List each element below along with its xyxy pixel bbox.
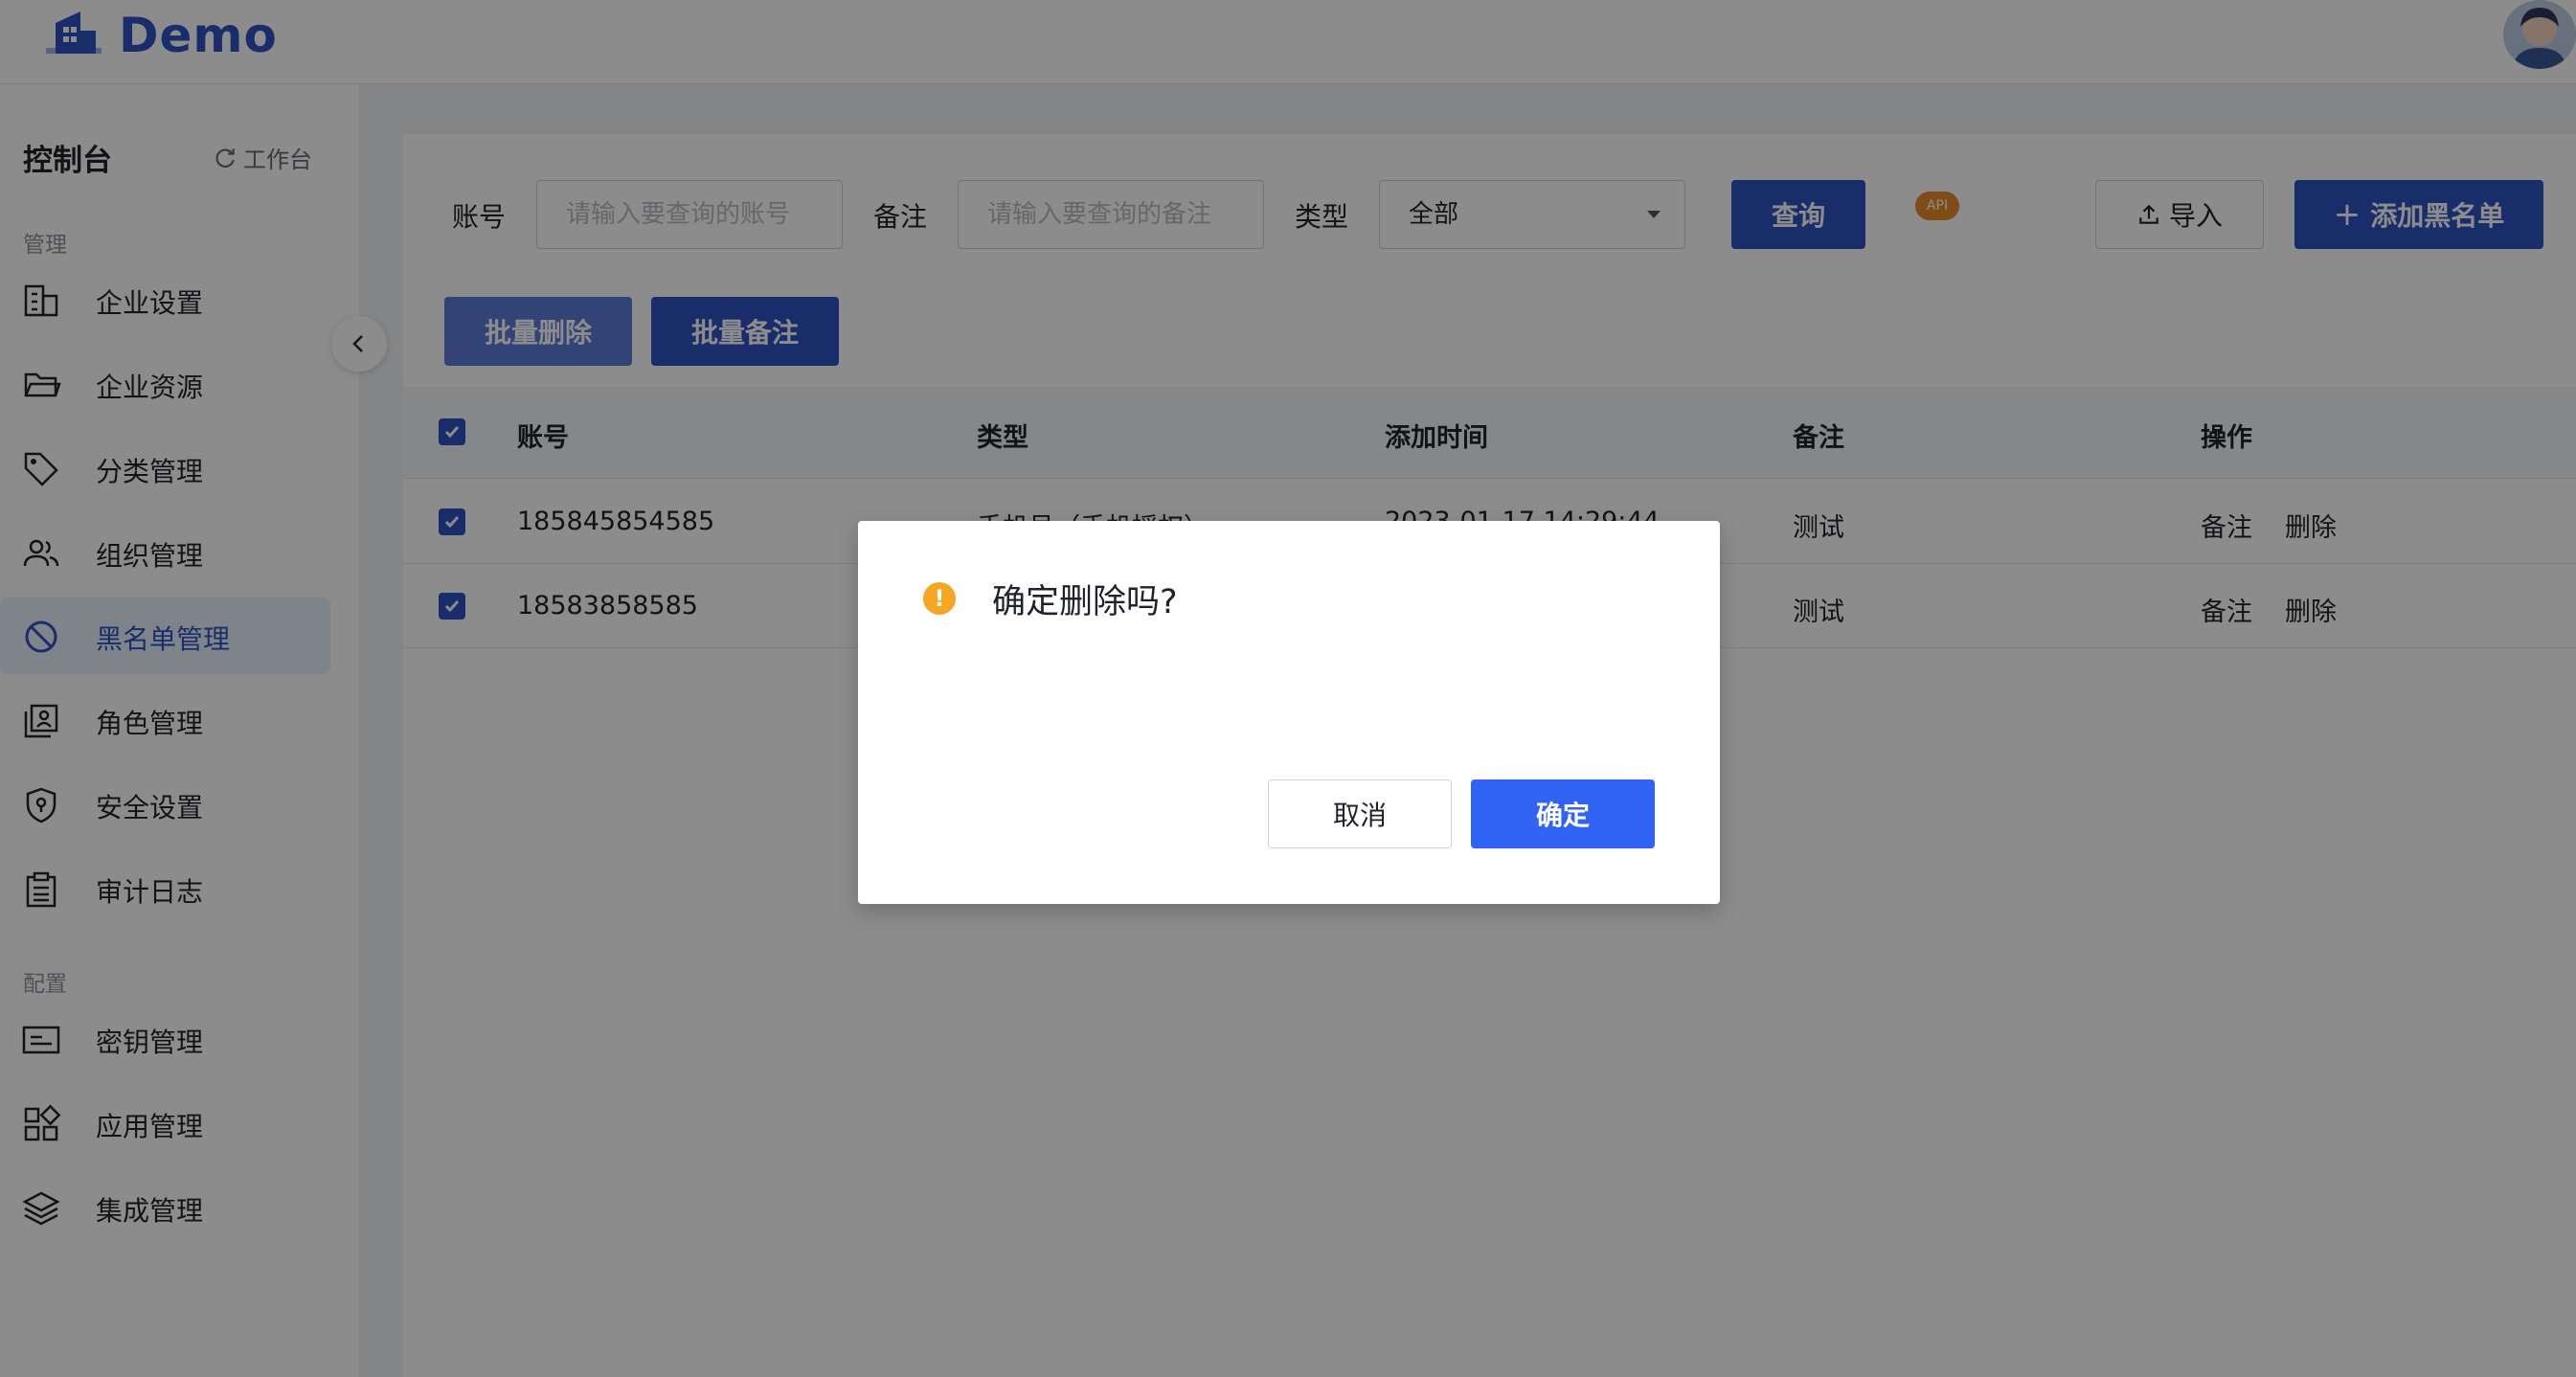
warning-icon: ! <box>923 582 956 615</box>
confirm-delete-modal: ! 确定删除吗? 取消 确定 <box>858 521 1720 904</box>
modal-title: 确定删除吗? <box>992 583 1178 621</box>
confirm-button[interactable]: 确定 <box>1471 779 1655 848</box>
cancel-button[interactable]: 取消 <box>1268 779 1452 848</box>
